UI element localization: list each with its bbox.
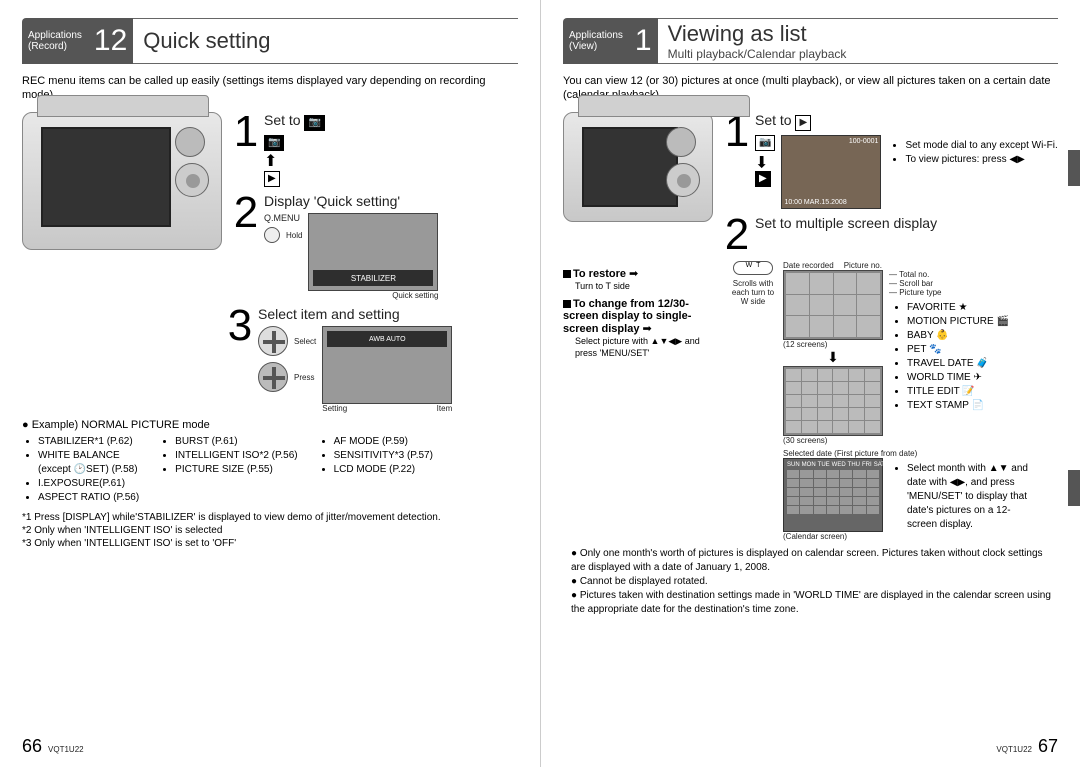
edge-tab-1: [1068, 150, 1080, 186]
r-step2-num: 2: [719, 215, 755, 255]
hold-label: Hold: [286, 231, 302, 240]
rec-icon: 📷: [264, 135, 284, 151]
arrow-down-icon-2: ⬇: [783, 349, 883, 366]
hdr-app1: Applications: [28, 30, 82, 41]
header-category: Applications (Record): [22, 18, 88, 64]
doc-id-r: VQT1U22: [996, 745, 1032, 754]
lbl-total: Total no.: [899, 270, 929, 279]
camera-illustration-r: [563, 112, 713, 222]
header-category-r: Applications (View): [563, 18, 629, 64]
change-text: Select picture with ▲▼◀▶ and press 'MENU…: [575, 335, 723, 359]
restore-text: Turn to T side: [575, 280, 723, 292]
thirty-screen-thumb: [783, 366, 883, 436]
play-icon: ▶: [264, 171, 280, 187]
change-heading: To change from 12/30-screen display to s…: [563, 298, 691, 335]
page-number-r: 67: [1038, 736, 1058, 757]
step2-num: 2: [228, 193, 264, 233]
menu-col-2: BURST (P.61) INTELLIGENT ISO*2 (P.56) PI…: [169, 435, 297, 505]
cal-sel-label: Selected date (First picture from date): [783, 449, 1029, 458]
r-step1-title: Set to ▶: [755, 112, 1058, 131]
r-step1-bullets: Set mode dial to any except Wi-Fi. To vi…: [897, 139, 1058, 205]
header-left: Applications (Record) 12 Quick setting: [22, 18, 518, 64]
arrow-down-icon: ⬆: [755, 151, 768, 171]
step3-title: Select item and setting: [258, 306, 452, 322]
select-label: Select: [294, 337, 316, 346]
arrow-up-icon: ⬆: [264, 153, 277, 170]
qmenu-button-icon: [264, 227, 280, 243]
page-66: Applications (Record) 12 Quick setting R…: [0, 0, 540, 767]
press-label: Press: [294, 373, 314, 382]
header-number: 12: [88, 18, 133, 64]
edge-tab-2: [1068, 470, 1080, 506]
twelve-screen-thumb: [783, 270, 883, 340]
camera-illustration: [22, 112, 222, 250]
doc-id: VQT1U22: [48, 745, 84, 754]
menu-columns: STABILIZER*1 (P.62) WHITE BALANCE (excep…: [22, 435, 518, 505]
lbl-date: Date recorded: [783, 261, 834, 270]
step1-num: 1: [228, 112, 264, 152]
page-67: Applications (View) 1 Viewing as list Mu…: [540, 0, 1080, 767]
header-title: Quick setting: [133, 18, 518, 64]
cursor-icon: [258, 326, 288, 356]
example-heading: ● Example) NORMAL PICTURE mode: [22, 419, 518, 431]
play-icon-r: ▶: [795, 115, 811, 131]
cal-caption: (Calendar screen): [783, 532, 883, 541]
arrow-right-icon-2: ➡: [643, 323, 652, 335]
header-title-r: Viewing as list Multi playback/Calendar …: [658, 18, 1058, 64]
page-number: 66: [22, 736, 42, 757]
cal-note-list: Select month with ▲▼ and date with ◀▶, a…: [899, 462, 1029, 537]
thumb-captions: Setting Item: [322, 404, 452, 413]
select-screen-thumb: AWB AUTO: [322, 326, 452, 404]
thirty-caption: (30 screens): [783, 436, 883, 445]
play-icon-r2: ▶: [755, 171, 771, 187]
step2-title: Display 'Quick setting': [264, 193, 438, 209]
lever-label: Scrolls with each turn to W side: [729, 279, 777, 306]
picture-type-list: FAVORITE ★ MOTION PICTURE 🎬 BABY 👶 PET 🐾…: [899, 301, 1009, 413]
r-step2-title: Set to multiple screen display: [755, 215, 937, 231]
lbl-pictype: Picture type: [899, 288, 941, 297]
header-right: Applications (View) 1 Viewing as list Mu…: [563, 18, 1058, 64]
arrow-right-icon: ➡: [629, 268, 638, 280]
title-text: Quick setting: [143, 28, 508, 54]
end-bullets: ● Only one month's worth of pictures is …: [563, 547, 1058, 617]
qmenu-label: Q.MENU: [264, 213, 302, 223]
twelve-caption: (12 screens): [783, 340, 883, 349]
rec-icon-r: 📷: [755, 135, 775, 151]
quick-caption: Quick setting: [308, 291, 438, 300]
step1-area: 1 Set to 📷 📷 ⬆ ▶: [22, 112, 518, 306]
step1-title: Set to 📷: [264, 112, 325, 131]
menu-col-3: AF MODE (P.59) SENSITIVITY*3 (P.57) LCD …: [328, 435, 433, 505]
single-picture-thumb: 100-0001 10:00 MAR.15.2008: [781, 135, 881, 209]
footer-left: 66 VQT1U22: [22, 736, 84, 757]
r-step1-num: 1: [719, 112, 755, 152]
menu-col-1: STABILIZER*1 (P.62) WHITE BALANCE (excep…: [32, 435, 139, 505]
restore-heading: To restore: [573, 268, 626, 280]
calendar-thumb: SUNMONTUEWEDTHUFRISAT: [783, 458, 883, 532]
lbl-scroll: Scroll bar: [899, 279, 933, 288]
quick-setting-screen-thumb: STABILIZER: [308, 213, 438, 291]
set-button-icon: [258, 362, 288, 392]
camera-icon: 📷: [304, 115, 324, 131]
footer-right: VQT1U22 67: [996, 736, 1058, 757]
step3-num: 3: [222, 306, 258, 346]
r-step1-area: 1 Set to ▶ 📷 ⬆ ▶: [563, 112, 1058, 261]
r-step2-body: To restore ➡ Turn to T side To change fr…: [563, 261, 1058, 541]
zoom-lever-icon: W T: [733, 261, 773, 275]
lbl-picno: Picture no.: [844, 261, 882, 270]
footnotes-left: *1 Press [DISPLAY] while'STABILIZER' is …: [22, 511, 518, 550]
header-number-r: 1: [629, 18, 658, 64]
hdr-app2: (Record): [28, 41, 82, 52]
